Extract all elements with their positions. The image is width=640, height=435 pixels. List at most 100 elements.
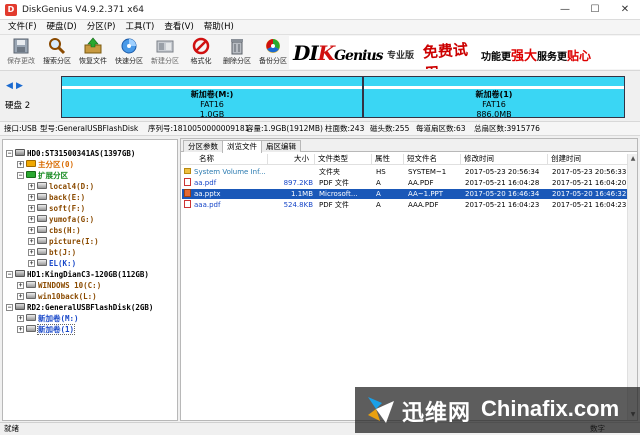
folder-icon: [184, 168, 191, 174]
expand-icon[interactable]: +: [17, 282, 24, 289]
watermark-site-cn: 迅维网: [402, 401, 472, 426]
tree-item-hd1[interactable]: − HD1:KingDianC3-120GB(112GB): [6, 269, 149, 280]
quick-partition-icon: [121, 38, 137, 54]
menu-partition[interactable]: 分区(P): [82, 20, 121, 35]
tree-item-primary-0[interactable]: + 主分区(0): [17, 159, 74, 170]
tree-item-el[interactable]: + EL(K:): [28, 258, 76, 269]
partition-icon: [26, 314, 36, 321]
collapse-icon[interactable]: −: [6, 271, 13, 278]
new-partition-button[interactable]: 新建分区: [148, 36, 182, 70]
recover-files-button[interactable]: 恢复文件: [76, 36, 110, 70]
partition-block-m[interactable]: 新加卷(M:) FAT16 1.0GB: [61, 76, 363, 119]
partition-icon: [37, 215, 47, 222]
extended-partition-icon: [26, 171, 36, 178]
col-modified[interactable]: 修改时间: [464, 153, 494, 165]
expand-icon[interactable]: +: [28, 194, 35, 201]
expand-icon[interactable]: +: [17, 293, 24, 300]
right-panel: 分区参数 浏览文件 扇区编辑 名称 大小 文件类型 属性 短文件名 修改时间 创…: [180, 138, 638, 421]
save-changes-button[interactable]: 保存更改: [4, 36, 38, 70]
next-disk-icon[interactable]: ▶: [16, 81, 23, 91]
tree-item-back[interactable]: + back(E:): [28, 192, 85, 203]
col-type[interactable]: 文件类型: [318, 153, 348, 165]
menu-help[interactable]: 帮助(H): [199, 20, 239, 35]
file-row-aa-pdf[interactable]: aa.pdf 897.2KB PDF 文件 A AA.PDF 2017-05-2…: [182, 178, 636, 188]
promo-banner[interactable]: DIKGenius 专业版 免费试用 功能更强大服务更贴心: [289, 36, 640, 69]
expand-icon[interactable]: +: [28, 260, 35, 267]
status-text: 就绪: [4, 424, 19, 433]
hard-disk-icon: [15, 149, 25, 156]
col-attr[interactable]: 属性: [375, 153, 390, 165]
quick-partition-button[interactable]: 快速分区: [112, 36, 146, 70]
minimize-button[interactable]: —: [550, 0, 580, 20]
disk-map-bar: ◀ ▶ 硬盘 2 新加卷(M:) FAT16 1.0GB 新加卷(1) FAT1…: [0, 71, 640, 121]
tab-browse-files[interactable]: 浏览文件: [222, 140, 262, 153]
partition-icon: [26, 325, 36, 332]
tree-item-extended[interactable]: − 扩展分区: [17, 170, 68, 181]
tree-item-hd0[interactable]: − HD0:ST31500341AS(1397GB): [6, 148, 135, 159]
menu-tools[interactable]: 工具(T): [120, 20, 159, 35]
delete-partition-button[interactable]: 删除分区: [220, 36, 254, 70]
partition-icon: [37, 248, 47, 255]
scroll-up-icon[interactable]: ▲: [628, 154, 638, 164]
tree-item-new-volume-1[interactable]: + 新加卷(1): [17, 324, 76, 335]
col-created[interactable]: 创建时间: [551, 153, 581, 165]
menu-file[interactable]: 文件(F): [3, 20, 42, 35]
info-interface: 接口:USB: [4, 124, 37, 133]
expand-icon[interactable]: +: [17, 326, 24, 333]
expand-icon[interactable]: +: [28, 216, 35, 223]
primary-partition-icon: [26, 160, 36, 167]
file-list-scrollbar[interactable]: ▲ ▼: [627, 154, 637, 420]
col-name[interactable]: 名称: [199, 153, 214, 165]
disk-info-line: 接口:USB 型号:GeneralUSBFlashDisk 序列号:181005…: [0, 121, 640, 136]
tree-item-bt[interactable]: + bt(J:): [28, 247, 76, 258]
backup-partition-button[interactable]: 备份分区: [256, 36, 290, 70]
expand-icon[interactable]: +: [28, 227, 35, 234]
partition-icon: [26, 281, 36, 288]
partition-icon: [37, 182, 47, 189]
expand-icon[interactable]: +: [17, 161, 24, 168]
tree-item-picture[interactable]: + picture(I:): [28, 236, 99, 247]
backup-icon: [266, 39, 280, 53]
file-row-system-volume[interactable]: System Volume Inf... 文件夹 HS SYSTEM~1 201…: [182, 167, 636, 177]
menu-disk[interactable]: 硬盘(D): [42, 20, 82, 35]
partition-icon: [37, 237, 47, 244]
collapse-icon[interactable]: −: [6, 150, 13, 157]
tab-sector-editor[interactable]: 扇区编辑: [261, 140, 301, 152]
tree-item-win10back[interactable]: + win10back(L:): [17, 291, 97, 302]
format-button[interactable]: 格式化: [184, 36, 218, 70]
expand-icon[interactable]: +: [28, 249, 35, 256]
banner-slogan: 功能更强大服务更贴心: [481, 49, 592, 64]
partition-block-1[interactable]: 新加卷(1) FAT16 886.0MB: [363, 76, 625, 119]
file-row-aa-pptx[interactable]: aa.pptx 1.1MB Microsoft... A AA~1.PPT 20…: [182, 189, 636, 199]
tree-item-yumofa[interactable]: + yumofa(G:): [28, 214, 94, 225]
expand-icon[interactable]: +: [28, 183, 35, 190]
search-partition-button[interactable]: 搜索分区: [40, 36, 74, 70]
collapse-icon[interactable]: −: [6, 304, 13, 311]
expand-icon[interactable]: +: [28, 205, 35, 212]
tree-item-local4[interactable]: + local4(D:): [28, 181, 94, 192]
expand-icon[interactable]: +: [28, 238, 35, 245]
col-short-name[interactable]: 短文件名: [407, 153, 437, 165]
info-cylinders: 柱面数:243: [325, 124, 365, 133]
banner-free-trial: 免费试用: [422, 40, 469, 69]
col-size[interactable]: 大小: [294, 153, 309, 165]
magnifier-icon: [49, 38, 66, 55]
menu-view[interactable]: 查看(V): [159, 20, 198, 35]
partition-icon: [37, 259, 47, 266]
close-button[interactable]: ✕: [610, 0, 640, 20]
tree-item-rd2[interactable]: − RD2:GeneralUSBFlashDisk(2GB): [6, 302, 153, 313]
tab-partition-params[interactable]: 分区参数: [183, 140, 223, 152]
tree-item-soft[interactable]: + soft(F:): [28, 203, 85, 214]
banner-edition: 专业版: [387, 51, 415, 61]
maximize-button[interactable]: ☐: [580, 0, 610, 20]
collapse-icon[interactable]: −: [17, 172, 24, 179]
file-row-aaa-pdf[interactable]: aaa.pdf 524.8KB PDF 文件 A AAA.PDF 2017-05…: [182, 200, 636, 210]
tree-item-new-volume-m[interactable]: + 新加卷(M:): [17, 313, 79, 324]
format-icon: [192, 37, 210, 55]
expand-icon[interactable]: +: [17, 315, 24, 322]
previous-disk-icon[interactable]: ◀: [6, 81, 13, 91]
disk-tree: − HD0:ST31500341AS(1397GB) + 主分区(0) − 扩展分区 …: [2, 139, 178, 421]
tree-item-cbs[interactable]: + cbs(H:): [28, 225, 81, 236]
save-icon: [13, 38, 29, 54]
tree-item-windows10[interactable]: + WINDOWS 10(C:): [17, 280, 101, 291]
